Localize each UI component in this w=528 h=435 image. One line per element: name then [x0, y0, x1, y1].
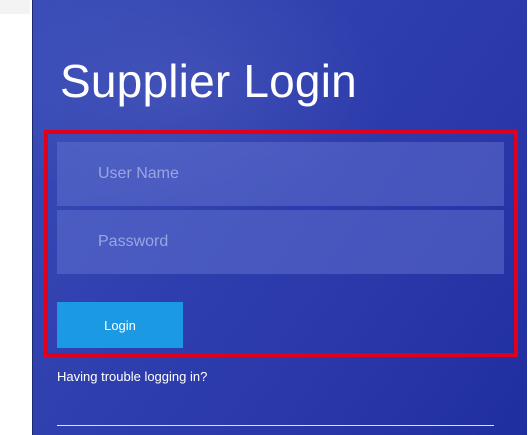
- login-panel: Supplier Login Login Having trouble logg…: [32, 0, 527, 435]
- page: Supplier Login Login Having trouble logg…: [0, 0, 528, 435]
- top-strip: [0, 0, 30, 14]
- username-input[interactable]: [57, 142, 504, 206]
- divider: [57, 425, 494, 426]
- password-input[interactable]: [57, 210, 504, 274]
- trouble-logging-in-link[interactable]: Having trouble logging in?: [57, 369, 207, 385]
- page-title: Supplier Login: [60, 55, 357, 107]
- login-button[interactable]: Login: [57, 302, 183, 348]
